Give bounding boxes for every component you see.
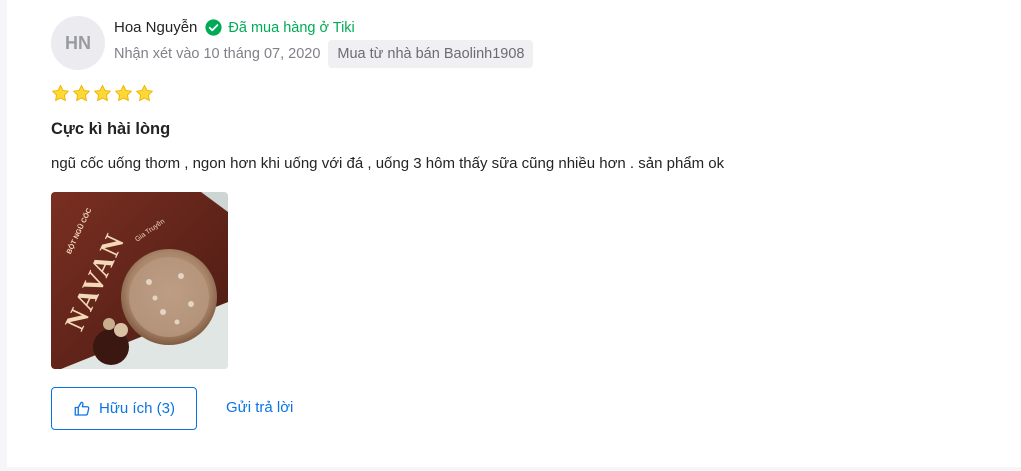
- review-content: ngũ cốc uống thơm , ngon hơn khi uống vớ…: [51, 155, 725, 172]
- thumbs-up-icon: [74, 401, 90, 416]
- review-date: Nhận xét vào 10 tháng 07, 2020: [114, 46, 321, 62]
- reviewer-header: Hoa Nguyễn Đã mua hàng ở Tiki: [114, 19, 355, 36]
- review-title: Cực kì hài lòng: [51, 120, 171, 138]
- helpful-label: Hữu ích (3): [99, 400, 175, 417]
- reply-link[interactable]: Gửi trả lời: [226, 399, 293, 416]
- reviewer-name: Hoa Nguyễn: [114, 19, 198, 36]
- review-card: HN Hoa Nguyễn Đã mua hàng ở Tiki Nhận xé…: [7, 0, 1021, 467]
- avatar: HN: [51, 16, 105, 70]
- review-meta: Nhận xét vào 10 tháng 07, 2020 Mua từ nh…: [114, 40, 534, 68]
- star-icon: [115, 84, 132, 102]
- avatar-initials: HN: [65, 32, 91, 53]
- review-photo[interactable]: NAVAN BỘT NGŨ CỐC Gia Truyền: [51, 192, 228, 369]
- star-icon: [52, 84, 69, 102]
- helpful-button[interactable]: Hữu ích (3): [51, 387, 197, 430]
- seller-badge: Mua từ nhà bán Baolinh1908: [328, 40, 534, 68]
- verified-check-icon: [205, 19, 222, 36]
- product-photo-image: NAVAN BỘT NGŨ CỐC Gia Truyền: [51, 192, 228, 369]
- star-icon: [136, 84, 153, 102]
- star-rating: [51, 84, 154, 103]
- star-icon: [73, 84, 90, 102]
- verified-purchase-label: Đã mua hàng ở Tiki: [228, 19, 355, 36]
- star-icon: [94, 84, 111, 102]
